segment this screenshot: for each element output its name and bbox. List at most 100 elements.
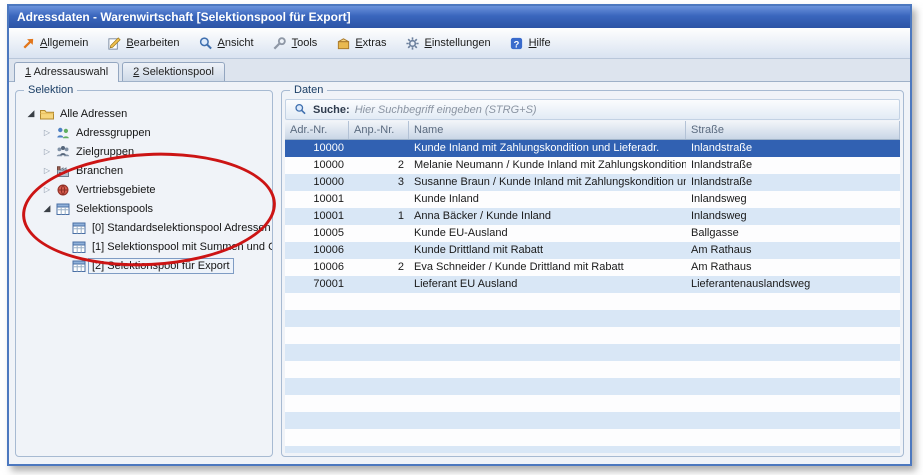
tree-item[interactable]: ▷Adressgruppen — [18, 123, 270, 142]
cell-adr-nr: 10000 — [285, 157, 349, 174]
cell-strasse — [686, 378, 900, 395]
menu-item-tools[interactable]: Tools — [267, 32, 323, 54]
cell-name — [409, 310, 686, 327]
table-empty-row[interactable] — [285, 293, 900, 310]
cell-strasse — [686, 361, 900, 378]
cell-strasse — [686, 395, 900, 412]
cell-anp-nr — [349, 446, 409, 453]
tab-label: 2 Selektionspool — [133, 66, 214, 78]
table-empty-row[interactable] — [285, 429, 900, 446]
cell-anp-nr: 2 — [349, 157, 409, 174]
table-row[interactable]: 100062Eva Schneider / Kunde Drittland mi… — [285, 259, 900, 276]
data-panel-body: Suche: Hier Suchbegriff eingeben (STRG+S… — [285, 99, 900, 453]
menu-item-label: Hilfe — [529, 37, 551, 49]
selection-pool-icon — [54, 201, 72, 217]
address-groups-icon — [54, 125, 72, 141]
table-empty-row[interactable] — [285, 344, 900, 361]
table-empty-row[interactable] — [285, 446, 900, 453]
cell-adr-nr — [285, 344, 349, 361]
cell-anp-nr: 2 — [349, 259, 409, 276]
table-empty-row[interactable] — [285, 378, 900, 395]
tree-item[interactable]: ◢Alle Adressen — [18, 104, 270, 123]
tree-item[interactable]: [0] Standardselektionspool Adressen — [18, 218, 270, 237]
cell-strasse — [686, 429, 900, 446]
expander-collapsed-icon[interactable]: ▷ — [40, 123, 54, 142]
menu-item-label: Extras — [355, 37, 386, 49]
svg-text:?: ? — [514, 39, 520, 49]
cell-adr-nr — [285, 310, 349, 327]
expander-expanded-icon[interactable]: ◢ — [40, 199, 54, 218]
column-header-2[interactable]: Name — [409, 121, 686, 139]
table-row[interactable]: 10006Kunde Drittland mit RabattAm Rathau… — [285, 242, 900, 259]
tree-item[interactable]: [2] Selektionspool für Export — [18, 256, 270, 275]
table-row[interactable]: 10005Kunde EU-AuslandBallgasse — [285, 225, 900, 242]
table-row[interactable]: 100002Melanie Neumann / Kunde Inland mit… — [285, 157, 900, 174]
table-row[interactable]: 100003Susanne Braun / Kunde Inland mit Z… — [285, 174, 900, 191]
main-area: Selektion ◢Alle Adressen▷Adressgruppen▷Z… — [9, 81, 910, 464]
menu-item-hilfe[interactable]: ? Hilfe — [504, 32, 556, 54]
table-row[interactable]: 100011Anna Bäcker / Kunde InlandInlandsw… — [285, 208, 900, 225]
cell-name — [409, 429, 686, 446]
tree-item[interactable]: ▷Zielgruppen — [18, 142, 270, 161]
table-empty-row[interactable] — [285, 395, 900, 412]
expander-expanded-icon[interactable]: ◢ — [24, 104, 38, 123]
cell-adr-nr: 10006 — [285, 242, 349, 259]
selection-tree: ◢Alle Adressen▷Adressgruppen▷Zielgruppen… — [16, 91, 272, 456]
title-bar[interactable]: Adressdaten - Warenwirtschaft [Selektion… — [9, 6, 910, 28]
data-panel: Daten Suche: Hier Suchbegriff eingeben (… — [281, 90, 904, 457]
column-header-1[interactable]: Anp.-Nr. — [349, 121, 409, 139]
search-icon — [292, 102, 308, 118]
menu-item-ansicht[interactable]: Ansicht — [193, 32, 259, 54]
search-input[interactable]: Suche: Hier Suchbegriff eingeben (STRG+S… — [285, 99, 900, 120]
cell-anp-nr — [349, 429, 409, 446]
menu-item-einstellungen[interactable]: Einstellungen — [400, 32, 496, 54]
tree-item[interactable]: ◢Selektionspools — [18, 199, 270, 218]
tools-icon — [272, 35, 288, 51]
cell-strasse — [686, 293, 900, 310]
tab-2[interactable]: 2 Selektionspool — [122, 62, 225, 81]
window-title: Adressdaten - Warenwirtschaft [Selektion… — [17, 10, 351, 24]
cell-strasse — [686, 327, 900, 344]
menu-item-bearbeiten[interactable]: Bearbeiten — [101, 32, 184, 54]
menu-item-label: Bearbeiten — [126, 37, 179, 49]
cell-adr-nr — [285, 378, 349, 395]
table-empty-row[interactable] — [285, 361, 900, 378]
cell-anp-nr — [349, 225, 409, 242]
cell-name — [409, 446, 686, 453]
table-empty-row[interactable] — [285, 412, 900, 429]
cell-strasse — [686, 310, 900, 327]
cell-adr-nr — [285, 412, 349, 429]
menu-item-allgemein[interactable]: Allgemein — [15, 32, 93, 54]
tree-item[interactable]: ▷Branchen — [18, 161, 270, 180]
table-header: Adr.-Nr.Anp.-Nr.NameStraße — [285, 121, 900, 140]
cell-name: Melanie Neumann / Kunde Inland mit Zahlu… — [409, 157, 686, 174]
cell-name: Kunde EU-Ausland — [409, 225, 686, 242]
table-row[interactable]: 10001Kunde InlandInlandsweg — [285, 191, 900, 208]
tree-item[interactable]: [1] Selektionspool mit Summen und Grupp — [18, 237, 270, 256]
expander-collapsed-icon[interactable]: ▷ — [40, 180, 54, 199]
table-empty-row[interactable] — [285, 310, 900, 327]
menu-item-label: Allgemein — [40, 37, 88, 49]
column-header-3[interactable]: Straße — [686, 121, 900, 139]
expander-collapsed-icon[interactable]: ▷ — [40, 142, 54, 161]
magnifier-icon — [198, 35, 214, 51]
tab-1[interactable]: 1 Adressauswahl — [14, 62, 119, 82]
column-header-0[interactable]: Adr.-Nr. — [285, 121, 349, 139]
cell-strasse: Inlandstraße — [686, 174, 900, 191]
menu-item-extras[interactable]: Extras — [330, 32, 391, 54]
cell-anp-nr — [349, 412, 409, 429]
selection-panel: Selektion ◢Alle Adressen▷Adressgruppen▷Z… — [15, 90, 273, 457]
jump-arrow-icon — [20, 35, 36, 51]
cell-anp-nr: 3 — [349, 174, 409, 191]
table-empty-row[interactable] — [285, 327, 900, 344]
cell-strasse: Am Rathaus — [686, 242, 900, 259]
cell-anp-nr — [349, 293, 409, 310]
tree-item[interactable]: ▷Vertriebsgebiete — [18, 180, 270, 199]
expander-collapsed-icon[interactable]: ▷ — [40, 161, 54, 180]
gear-icon — [405, 35, 421, 51]
table-row[interactable]: 10000Kunde Inland mit Zahlungskondition … — [285, 140, 900, 157]
table-row[interactable]: 70001Lieferant EU AuslandLieferantenausl… — [285, 276, 900, 293]
cell-adr-nr: 70001 — [285, 276, 349, 293]
menu-item-label: Ansicht — [218, 37, 254, 49]
cell-adr-nr: 10006 — [285, 259, 349, 276]
